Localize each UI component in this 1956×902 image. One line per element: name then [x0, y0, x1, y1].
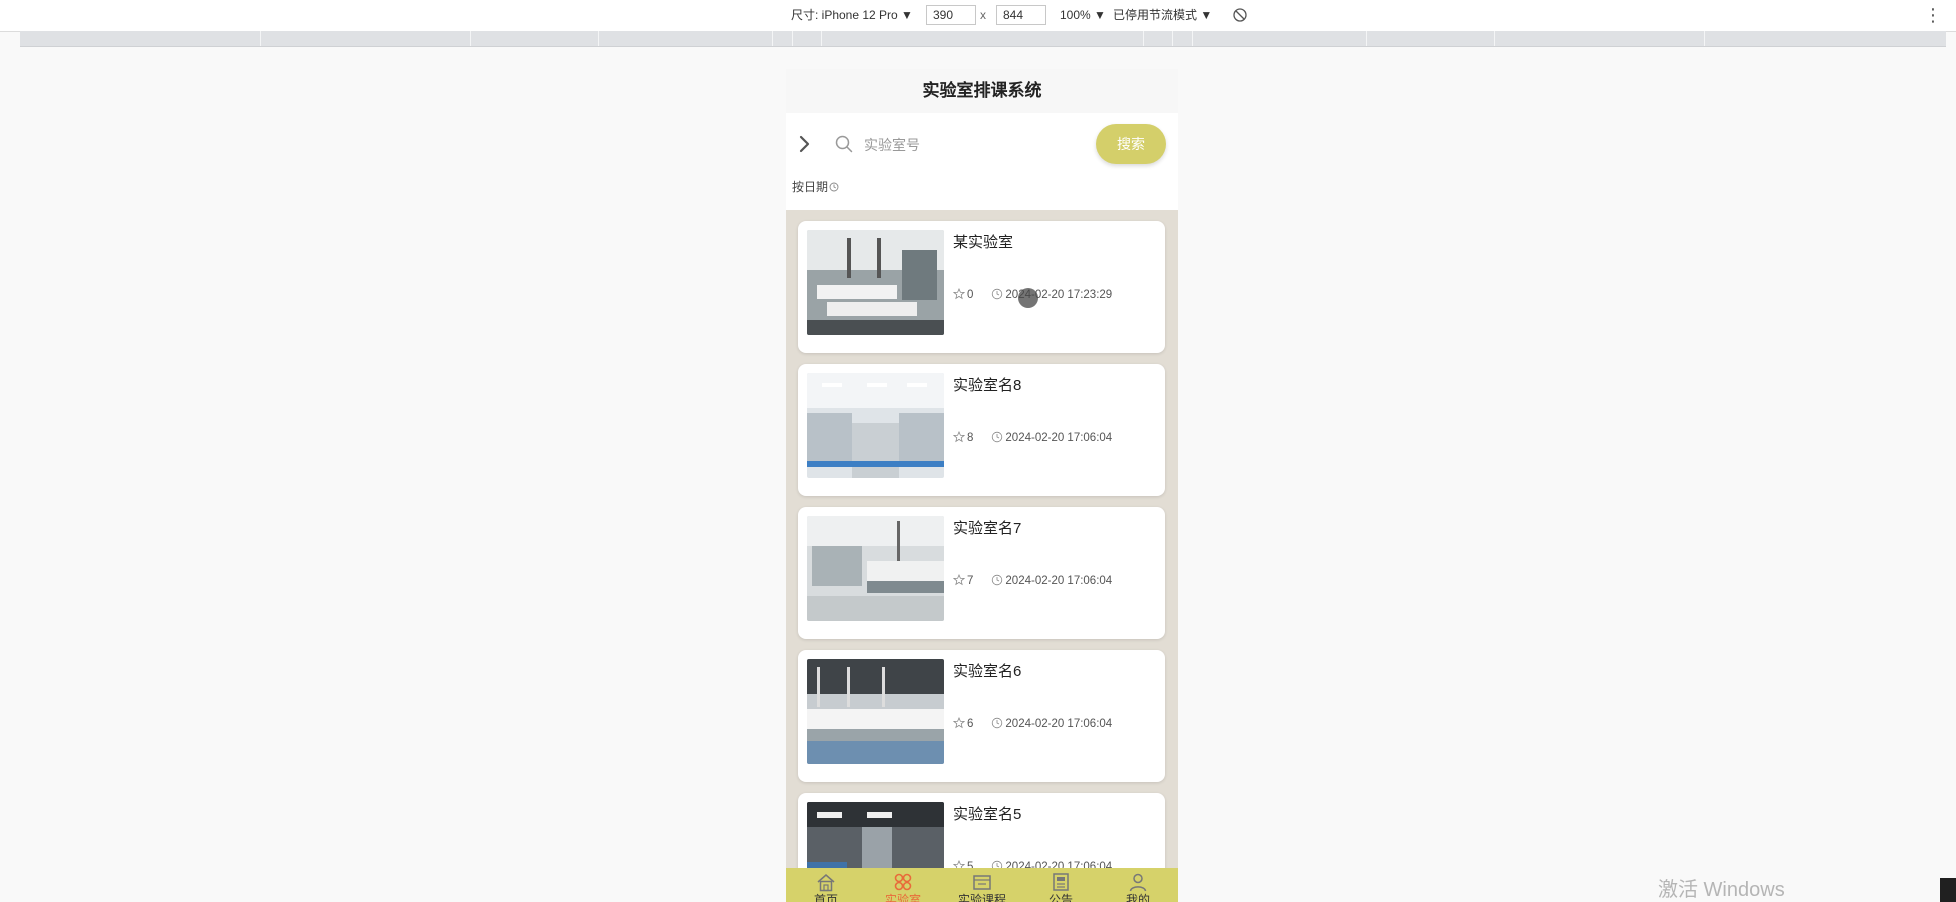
lab-time: 2024-02-20 17:06:04 [1005, 718, 1113, 730]
rotate-icon[interactable] [1232, 7, 1248, 23]
lab-image [807, 659, 944, 764]
media-query-ruler[interactable] [20, 31, 1946, 47]
tab-notices[interactable]: 公告 [1031, 872, 1091, 902]
grid-icon [894, 873, 912, 891]
lab-card[interactable]: 实验室名8 8 2024-02-20 17:06:04 [798, 364, 1165, 496]
width-input[interactable]: 390 [926, 5, 976, 25]
chevron-right-icon[interactable] [798, 134, 812, 154]
bottom-tab-bar: 首页 实验室 实验课程 公告 我的 [786, 868, 1178, 902]
clock-icon [829, 182, 839, 192]
clock-icon [992, 717, 1003, 729]
page-title: 实验室排课系统 [786, 69, 1178, 113]
windows-activation-watermark: 激活 Windows [1658, 879, 1785, 901]
star-icon [953, 717, 965, 729]
star-count: 6 [967, 718, 974, 730]
mobile-viewport: 实验室排课系统 搜索 按日期 [786, 69, 1178, 902]
tab-label: 公告 [1048, 893, 1073, 902]
lab-name: 实验室名6 [953, 663, 1022, 680]
home-icon [817, 874, 835, 892]
lab-image [807, 516, 944, 621]
lab-time: 2024-02-20 17:06:04 [1005, 432, 1113, 444]
lab-card[interactable]: 某实验室 0 2024-02-20 17:23:29 [798, 221, 1165, 353]
star-icon [953, 431, 965, 443]
lab-name: 某实验室 [953, 234, 1014, 251]
lab-name: 实验室名8 [953, 377, 1022, 394]
clock-icon [992, 288, 1003, 300]
mouse-cursor [1018, 288, 1038, 308]
lab-image [807, 230, 944, 335]
scroll-corner [1940, 878, 1956, 902]
tab-courses[interactable]: 实验课程 [952, 872, 1012, 902]
lab-name: 实验室名5 [953, 806, 1022, 823]
tab-labs[interactable]: 实验室 [873, 872, 933, 902]
user-icon [1129, 873, 1147, 892]
search-bar: 搜索 按日期 [786, 113, 1178, 210]
clock-icon [992, 431, 1003, 443]
tab-label: 实验室 [884, 893, 921, 902]
date-filter-label: 按日期 [792, 180, 829, 194]
zoom-select[interactable]: 100% ▼ [1060, 7, 1106, 23]
lab-image [807, 373, 944, 478]
lab-card[interactable]: 实验室名6 6 2024-02-20 17:06:04 [798, 650, 1165, 782]
dimension-separator: x [980, 8, 986, 22]
star-count: 7 [967, 575, 974, 587]
device-select[interactable]: 尺寸: iPhone 12 Pro ▼ [791, 7, 913, 23]
devtools-device-toolbar: 尺寸: iPhone 12 Pro ▼ 390 x 844 100% ▼ 已停用… [0, 0, 1956, 32]
lab-meta: 7 2024-02-20 17:06:04 [953, 573, 1112, 589]
tab-label: 实验课程 [957, 893, 1006, 902]
news-icon [1053, 873, 1069, 891]
tab-label: 我的 [1125, 893, 1150, 902]
star-count: 8 [967, 432, 974, 444]
lab-meta: 8 2024-02-20 17:06:04 [953, 430, 1112, 446]
throttle-select[interactable]: 已停用节流模式 ▼ [1113, 7, 1212, 23]
lab-meta: 6 2024-02-20 17:06:04 [953, 716, 1112, 732]
calendar-icon [973, 875, 991, 890]
star-icon [953, 288, 965, 300]
lab-card[interactable]: 实验室名7 7 2024-02-20 17:06:04 [798, 507, 1165, 639]
tab-label: 首页 [813, 893, 838, 902]
date-filter[interactable]: 按日期 [792, 179, 839, 195]
tab-mine[interactable]: 我的 [1108, 872, 1168, 902]
search-button[interactable]: 搜索 [1096, 124, 1166, 164]
lab-name: 实验室名7 [953, 520, 1022, 537]
search-input[interactable] [862, 127, 1046, 163]
star-icon [953, 574, 965, 586]
clock-icon [992, 574, 1003, 586]
search-icon [835, 135, 853, 153]
height-input[interactable]: 844 [996, 5, 1046, 25]
star-count: 0 [967, 289, 974, 301]
tab-home[interactable]: 首页 [796, 872, 856, 902]
more-options-icon[interactable]: ⋮ [1924, 5, 1942, 25]
lab-time: 2024-02-20 17:06:04 [1005, 575, 1113, 587]
